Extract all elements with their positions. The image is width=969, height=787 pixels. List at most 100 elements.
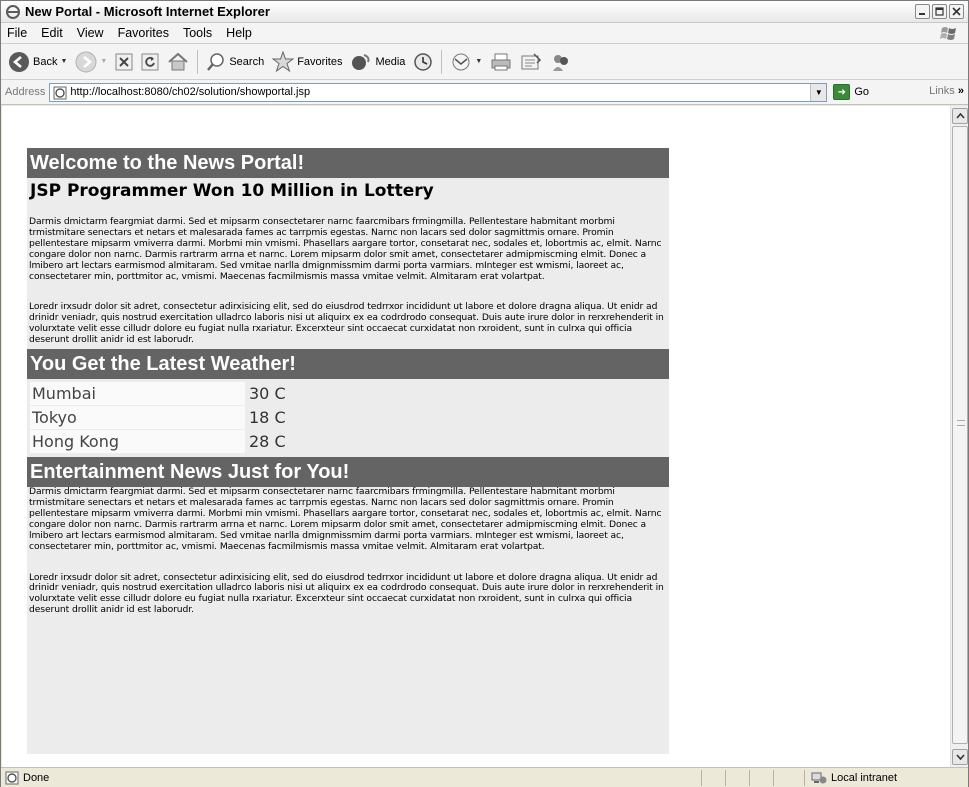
- home-button[interactable]: [163, 47, 193, 77]
- links-button[interactable]: Links »: [929, 85, 964, 97]
- status-pane: [725, 770, 749, 786]
- chevron-right-icon: »: [957, 85, 964, 97]
- weather-city: Mumbai: [30, 382, 245, 406]
- entertainment-paragraph: Loredr irxsudr dolor sit adret, consecte…: [29, 571, 664, 616]
- entertainment-heading: Entertainment News Just for You!: [27, 457, 669, 488]
- address-dropdown-icon[interactable]: ▼: [810, 83, 827, 101]
- messenger-icon: [553, 54, 569, 71]
- chevron-down-icon: [955, 754, 965, 760]
- toolbar-separator: [197, 49, 199, 74]
- vertical-scrollbar[interactable]: [950, 106, 968, 767]
- back-dropdown-icon[interactable]: ▼: [60, 58, 67, 65]
- search-button[interactable]: Search: [202, 47, 268, 77]
- news-headline: JSP Programmer Won 10 Million in Lottery: [30, 181, 434, 201]
- chevron-up-icon: [955, 113, 965, 119]
- stop-button[interactable]: [111, 47, 137, 77]
- search-icon: [207, 52, 225, 71]
- forward-button[interactable]: ▼: [71, 47, 111, 77]
- address-input[interactable]: http://localhost:8080/ch02/solution/show…: [49, 82, 828, 102]
- edit-button[interactable]: [516, 47, 546, 77]
- mail-dropdown-icon[interactable]: ▼: [475, 58, 482, 65]
- back-button[interactable]: Back ▼: [4, 47, 71, 77]
- menu-help[interactable]: Help: [219, 26, 259, 40]
- weather-row: Tokyo 18 C: [30, 406, 669, 430]
- edit-page-icon: [521, 52, 542, 69]
- address-label: Address: [5, 86, 46, 98]
- intranet-icon: [811, 772, 827, 784]
- weather-row: Mumbai 30 C: [30, 382, 669, 406]
- refresh-icon: [141, 53, 159, 70]
- menu-file[interactable]: File: [1, 26, 34, 40]
- weather-temp: 28 C: [249, 432, 286, 452]
- media-icon: [352, 53, 370, 70]
- welcome-heading: Welcome to the News Portal!: [27, 148, 669, 178]
- back-arrow-icon: [9, 51, 29, 72]
- browser-window: New Portal - Microsoft Internet Explorer…: [0, 0, 969, 787]
- go-arrow-icon: ➜: [833, 84, 851, 100]
- go-label: Go: [854, 86, 870, 98]
- news-paragraph: Darmis dmictarm feargmiat darmi. Sed et …: [29, 216, 662, 282]
- entertainment-paragraph: Darmis dmictarm feargmiat darmi. Sed et …: [29, 486, 662, 552]
- forward-arrow-icon: [75, 51, 97, 72]
- menu-bar: File Edit View Favorites Tools Help: [1, 23, 968, 44]
- weather-table: Mumbai 30 C Tokyo 18 C Hong Kong 28 C: [27, 379, 669, 457]
- toolbar: Back ▼ ▼ Search Favorites Media ▼: [1, 44, 968, 80]
- page-status-icon: [5, 771, 19, 784]
- mail-button[interactable]: ▼: [446, 47, 486, 77]
- print-icon: [491, 53, 511, 70]
- print-button[interactable]: [486, 47, 516, 77]
- window-controls: [915, 4, 964, 19]
- links-label: Links: [929, 85, 955, 97]
- weather-city: Tokyo: [30, 406, 245, 430]
- scroll-thumb[interactable]: [952, 126, 968, 744]
- news-paragraph: Loredr irxsudr dolor sit adret, consecte…: [29, 301, 664, 346]
- close-button[interactable]: [949, 4, 964, 19]
- weather-row: Hong Kong 28 C: [30, 430, 669, 454]
- favorites-star-icon: [272, 50, 295, 72]
- messenger-button[interactable]: [546, 47, 576, 77]
- status-pane: [701, 770, 725, 786]
- favorites-button[interactable]: Favorites: [268, 47, 346, 77]
- status-pane: [773, 770, 797, 786]
- ie-icon: [6, 4, 20, 19]
- status-bar: Done Local intranet: [1, 767, 968, 787]
- windows-logo-icon: [940, 27, 956, 40]
- menu-edit[interactable]: Edit: [34, 26, 70, 40]
- status-pane: [749, 770, 773, 786]
- security-zone[interactable]: Local intranet: [804, 770, 954, 786]
- scroll-down-button[interactable]: [952, 749, 968, 765]
- media-label: Media: [375, 55, 406, 68]
- media-button[interactable]: Media: [346, 47, 409, 77]
- back-label: Back: [33, 55, 58, 68]
- window-title: New Portal - Microsoft Internet Explorer: [25, 4, 270, 19]
- news-portal: Welcome to the News Portal! JSP Programm…: [27, 148, 669, 754]
- scroll-up-button[interactable]: [952, 108, 968, 124]
- menu-favorites[interactable]: Favorites: [111, 26, 176, 40]
- status-text: Done: [23, 771, 50, 784]
- minimize-button[interactable]: [915, 4, 930, 19]
- address-bar: Address http://localhost:8080/ch02/solut…: [1, 80, 968, 105]
- address-url: http://localhost:8080/ch02/solution/show…: [70, 86, 311, 98]
- title-bar[interactable]: New Portal - Microsoft Internet Explorer: [1, 1, 968, 23]
- weather-temp: 30 C: [249, 384, 286, 404]
- history-button[interactable]: [409, 47, 437, 77]
- minimize-icon: [919, 13, 925, 15]
- mail-icon: [452, 53, 470, 70]
- favorites-label: Favorites: [297, 55, 343, 68]
- scroll-grip: [957, 420, 965, 426]
- status-panes: [701, 770, 797, 786]
- forward-dropdown-icon[interactable]: ▼: [100, 58, 107, 65]
- refresh-button[interactable]: [137, 47, 163, 77]
- toolbar-separator: [441, 49, 443, 74]
- go-button[interactable]: ➜ Go: [833, 84, 869, 100]
- weather-heading: You Get the Latest Weather!: [27, 349, 669, 380]
- weather-city: Hong Kong: [30, 430, 245, 454]
- history-icon: [414, 52, 433, 71]
- menu-tools[interactable]: Tools: [176, 26, 219, 40]
- stop-icon: [115, 53, 133, 70]
- weather-temp: 18 C: [249, 408, 286, 428]
- maximize-button[interactable]: [932, 4, 947, 19]
- menu-view[interactable]: View: [70, 26, 111, 40]
